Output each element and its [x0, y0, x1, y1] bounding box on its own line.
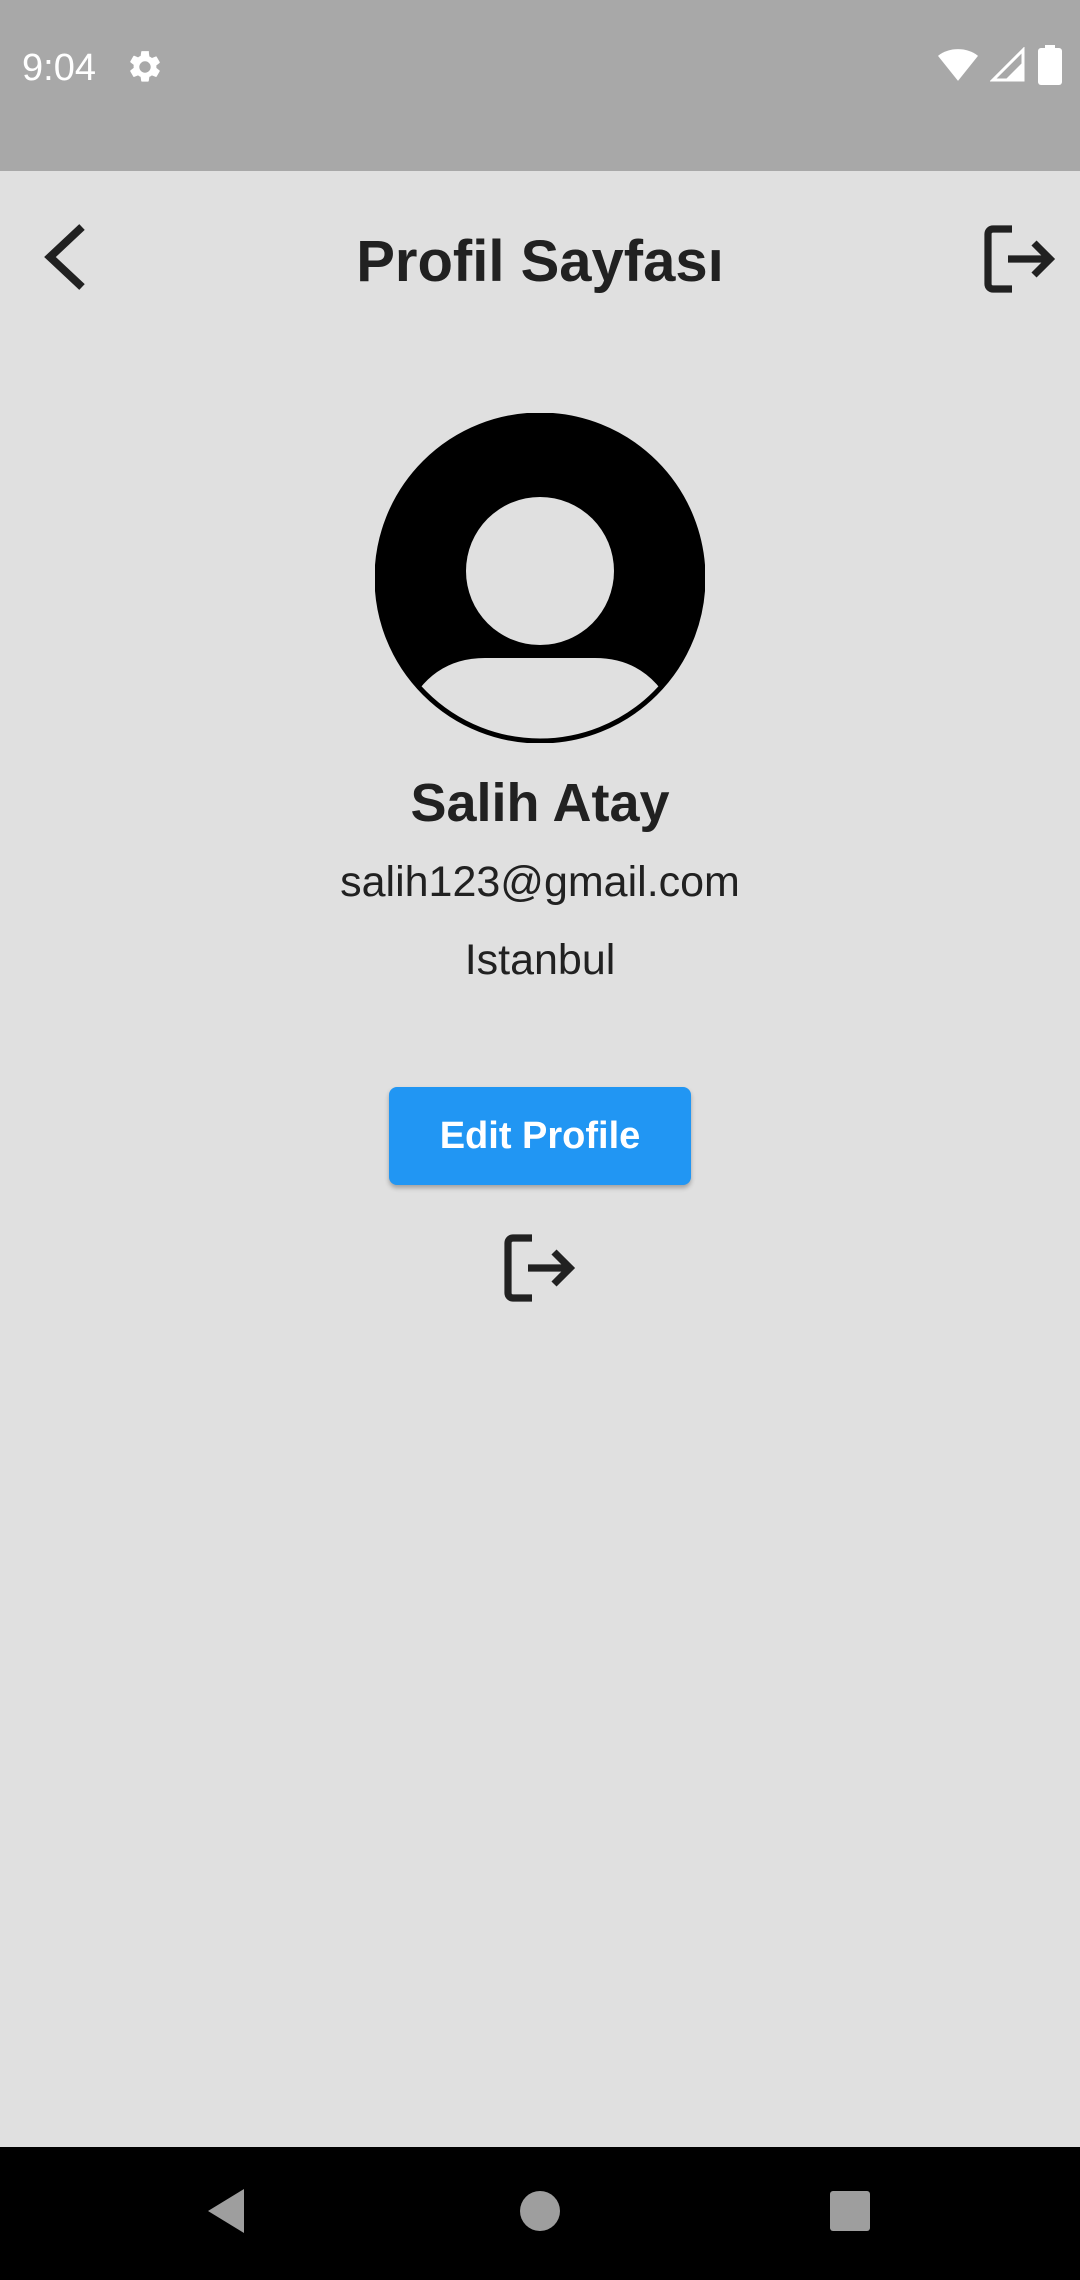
app-bar: Profil Sayfası	[0, 171, 1080, 356]
nav-recents-button[interactable]	[810, 2173, 890, 2253]
page-title: Profil Sayfası	[356, 229, 724, 294]
battery-icon	[1038, 44, 1062, 90]
signal-icon	[989, 45, 1026, 88]
nav-back-icon	[204, 2187, 248, 2240]
avatar	[374, 412, 706, 744]
status-bar: 9:04	[0, 0, 1080, 171]
edit-profile-button[interactable]: Edit Profile	[389, 1087, 691, 1185]
nav-back-button[interactable]	[186, 2173, 266, 2253]
profile-name: Salih Atay	[410, 773, 670, 833]
nav-home-icon	[519, 2190, 561, 2237]
logout-icon	[984, 224, 1056, 298]
account-circle-icon	[374, 412, 706, 747]
status-time: 9:04	[22, 47, 96, 89]
nav-home-button[interactable]	[500, 2173, 580, 2253]
status-icons	[938, 44, 1062, 90]
navigation-bar	[0, 2147, 1080, 2280]
settings-icon	[126, 48, 164, 86]
wifi-icon	[938, 48, 978, 87]
profile-email: salih123@gmail.com	[340, 858, 740, 906]
logout-icon	[504, 1233, 576, 1307]
profile-city: Istanbul	[464, 936, 616, 984]
nav-recents-icon	[829, 2190, 871, 2237]
profile-screen: 9:04 Profil Sayfası Salih Atay salih123@…	[0, 0, 1080, 2280]
logout-button[interactable]	[500, 1230, 580, 1310]
logout-button-top[interactable]	[980, 221, 1060, 301]
